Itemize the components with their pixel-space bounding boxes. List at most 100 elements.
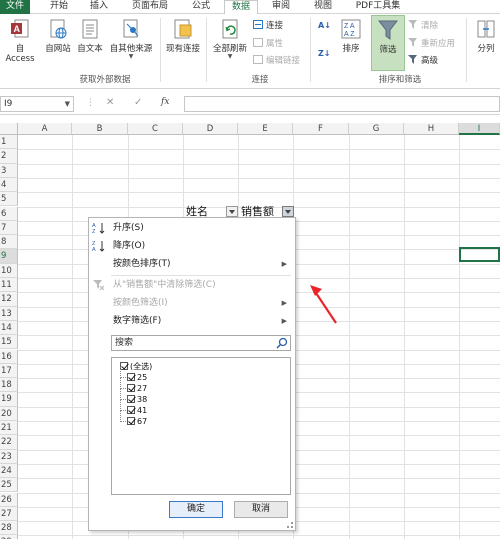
confirm-entry-icon[interactable]: ✓ [134,97,142,108]
row-header-23[interactable]: 23 [0,449,18,464]
cancel-entry-icon[interactable]: ✕ [106,97,114,108]
column-header-i[interactable]: I [459,123,500,135]
row-header-19[interactable]: 19 [0,392,18,407]
menu-sort-by-color[interactable]: 按颜色排序(T) ▶ [89,255,295,273]
cancel-button[interactable]: 取消 [234,501,288,518]
column-header-e[interactable]: E [238,123,293,135]
from-web-button[interactable]: 自网站 [42,18,74,54]
row-header-14[interactable]: 14 [0,320,18,336]
filter-dropdown-name[interactable] [226,206,238,217]
clear-filter-button[interactable]: 清除 [408,20,438,32]
tab-pdf-tools[interactable]: PDF工具集 [350,0,406,14]
row-header-17[interactable]: 17 [0,363,18,379]
sort-ascending-small-button[interactable]: A↓ [318,20,331,32]
column-header-h[interactable]: H [404,123,459,135]
from-access-button[interactable]: A 自 Access [0,18,40,64]
row-header-27[interactable]: 27 [0,506,18,522]
row-header-16[interactable]: 16 [0,349,18,364]
connections-button[interactable]: 连接 [253,20,283,32]
from-other-sources-button[interactable]: 自其他来源 ▼ [106,18,156,60]
column-header-b[interactable]: B [72,123,128,135]
row-header-20[interactable]: 20 [0,406,18,421]
checkbox[interactable] [127,406,135,414]
row-header-10[interactable]: 10 [0,263,18,278]
tab-review[interactable]: 审阅 [266,0,296,14]
tree-connector [120,400,126,411]
menu-clear-filter[interactable]: 从"销售额"中清除筛选(C) [89,276,295,294]
clear-label: 清除 [421,21,439,31]
tab-home[interactable]: 开始 [44,0,74,14]
existing-connections-button[interactable]: 现有连接 [160,18,206,54]
insert-function-icon[interactable]: fx [161,97,169,107]
checkbox-item[interactable]: 67 [120,411,147,427]
column-header-a[interactable]: A [18,123,72,135]
filter-values-list: (全选) 25 27 38 41 67 [111,357,291,495]
text-to-columns-button[interactable]: 分列 [472,18,500,54]
menu-sort-descending[interactable]: ZA 降序(O) [89,237,295,255]
row-header-6[interactable]: 6 [0,206,18,221]
tab-view[interactable]: 视图 [308,0,338,14]
row-header-21[interactable]: 21 [0,421,18,436]
row-header-18[interactable]: 18 [0,378,18,393]
clear-filter-icon [92,279,106,291]
row-header-4[interactable]: 4 [0,177,18,193]
tab-insert[interactable]: 插入 [84,0,114,14]
filter-search-input[interactable]: 搜索 [111,335,291,351]
row-header-26[interactable]: 26 [0,492,18,507]
row-header-28[interactable]: 28 [0,521,18,536]
menu-sort-ascending[interactable]: AZ 升序(S) [89,219,295,237]
row-header-29[interactable]: 29 [0,535,18,539]
column-header-g[interactable]: G [349,123,404,135]
from-text-label: 自文本 [77,44,103,54]
menu-number-filters[interactable]: 数字筛选(F) ▶ [89,312,295,330]
row-header-8[interactable]: 8 [0,235,18,250]
menu-filter-by-color[interactable]: 按颜色筛选(I) ▶ [89,294,295,312]
tab-data[interactable]: 数据 [224,0,258,15]
tab-formulas[interactable]: 公式 [186,0,216,14]
ok-button[interactable]: 确定 [169,501,223,518]
row-header-22[interactable]: 22 [0,435,18,450]
row-header-15[interactable]: 15 [0,335,18,350]
from-text-button[interactable]: 自文本 [74,18,106,54]
column-header-f[interactable]: F [293,123,349,135]
row-header-11[interactable]: 11 [0,278,18,293]
row-header-24[interactable]: 24 [0,463,18,479]
group-label-connections: 连接 [251,75,269,85]
reapply-button[interactable]: 重新应用 [408,38,455,50]
gridline-horizontal [18,535,500,537]
checkbox[interactable] [127,417,135,425]
formula-input[interactable] [184,96,500,112]
checkbox[interactable] [127,384,135,392]
active-cell-i9[interactable] [459,247,500,262]
row-header-1[interactable]: 1 [0,135,18,150]
row-header-5[interactable]: 5 [0,192,18,207]
checkbox[interactable] [127,395,135,403]
advanced-filter-button[interactable]: 高级 [408,55,438,67]
edit-links-button[interactable]: 编辑链接 [253,55,300,67]
sort-button[interactable]: Z AA Z 排序 [336,18,366,54]
row-header-7[interactable]: 7 [0,220,18,236]
row-header-13[interactable]: 13 [0,306,18,321]
row-header-2[interactable]: 2 [0,149,18,164]
sort-dialog-icon: Z AA Z [341,18,361,40]
column-header-c[interactable]: C [128,123,183,135]
filter-dropdown-sales[interactable] [282,206,294,217]
properties-button[interactable]: 属性 [253,38,283,50]
resize-grip-icon[interactable] [287,522,293,528]
row-header-12[interactable]: 12 [0,292,18,307]
list-item-label: 38 [137,395,148,404]
name-box[interactable]: I9 ▼ [0,96,74,112]
refresh-icon [220,18,240,40]
tab-file[interactable]: 文件 [0,0,30,14]
sort-descending-small-button[interactable]: Z↓ [318,48,331,60]
checkbox[interactable] [127,373,135,381]
row-header-3[interactable]: 3 [0,163,18,178]
refresh-all-button[interactable]: 全部刷新 ▼ [208,18,252,60]
chevron-down-icon[interactable]: ▼ [65,97,70,111]
row-header-25[interactable]: 25 [0,478,18,493]
select-all-corner[interactable] [0,123,18,135]
filter-button[interactable]: 筛选 [371,15,405,71]
column-header-d[interactable]: D [183,123,238,135]
tab-page-layout[interactable]: 页面布局 [128,0,172,14]
row-header-9[interactable]: 9 [0,249,18,264]
